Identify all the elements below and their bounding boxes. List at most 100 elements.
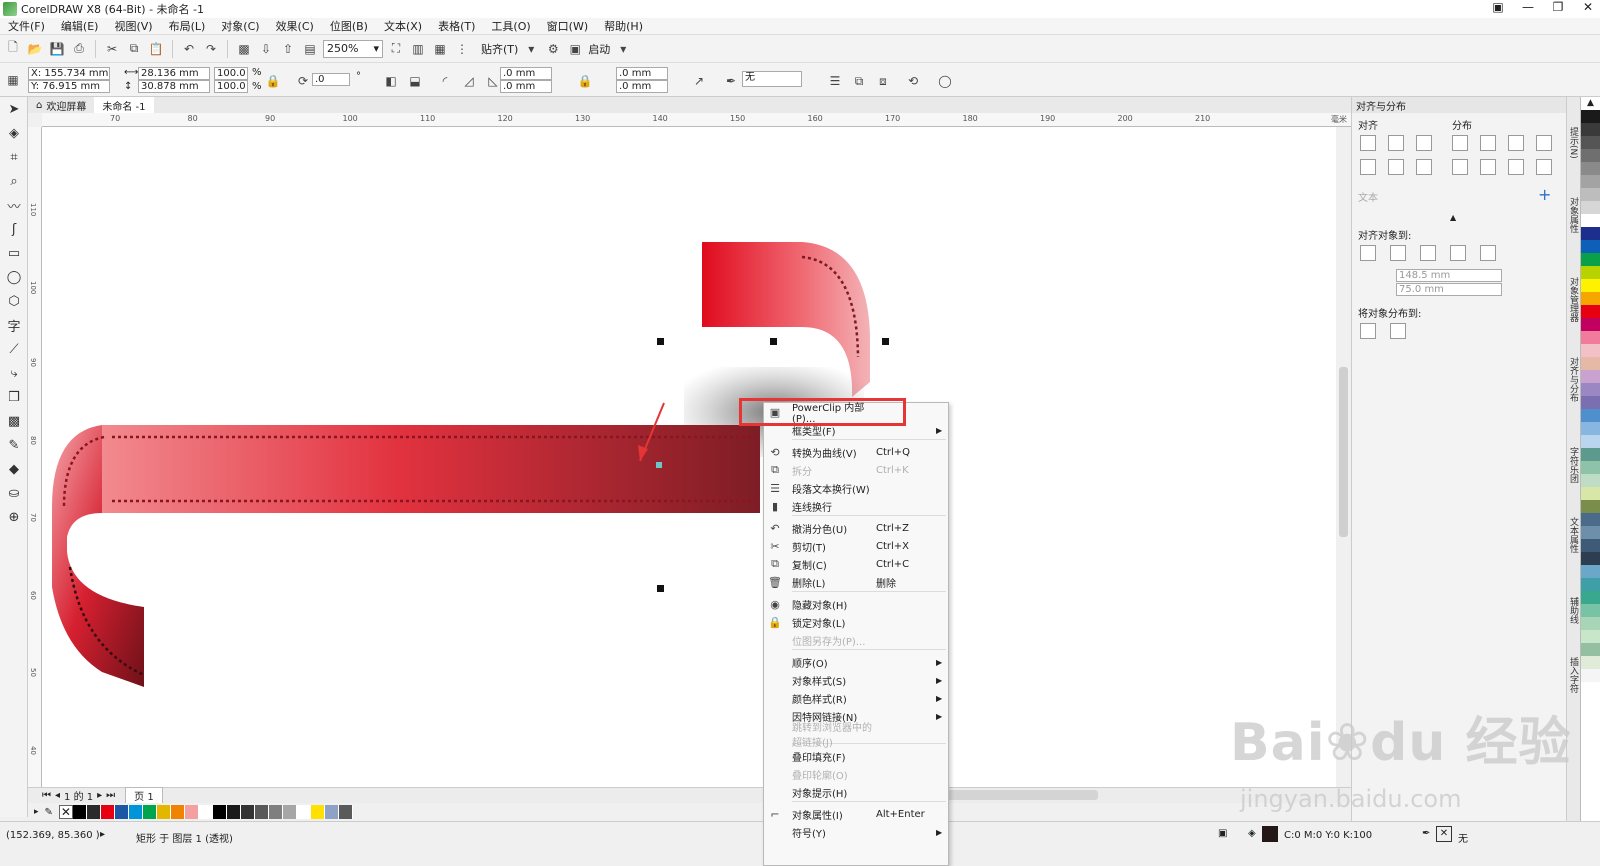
color-swatch[interactable]: [1581, 422, 1600, 435]
grid-icon[interactable]: ▦: [431, 40, 449, 58]
color-swatch[interactable]: [1581, 643, 1600, 656]
minimize-icon[interactable]: —: [1520, 0, 1536, 14]
artistic-media-icon[interactable]: ʃ: [0, 217, 28, 241]
color-swatch[interactable]: [1581, 461, 1600, 474]
menu-view[interactable]: 视图(V): [112, 18, 158, 34]
color-swatch[interactable]: [1581, 500, 1600, 513]
corner-radius-bottom-right-field[interactable]: .0 mm: [616, 80, 668, 93]
color-swatch[interactable]: [198, 805, 213, 819]
color-swatch[interactable]: [310, 805, 325, 819]
convert-curve-icon[interactable]: ⟲: [904, 72, 922, 90]
menu-item[interactable]: ☰ 段落文本换行(W): [764, 479, 948, 497]
distribute-bottom-icon[interactable]: [1508, 159, 1524, 175]
lock-ratio-icon[interactable]: 🔒: [264, 72, 282, 90]
tab-object-manager[interactable]: 对象管理器: [1568, 277, 1580, 322]
distribute-to-selection-icon[interactable]: [1360, 323, 1376, 339]
color-swatch[interactable]: [1581, 253, 1600, 266]
color-swatch[interactable]: [1581, 448, 1600, 461]
color-swatch[interactable]: [1581, 188, 1600, 201]
align-center-h-icon[interactable]: [1388, 135, 1404, 151]
collapse-icon[interactable]: ▲: [1450, 213, 1456, 222]
color-swatch[interactable]: [1581, 201, 1600, 214]
menu-item[interactable]: ▮ 连线换行: [764, 497, 948, 515]
distribute-middle-icon[interactable]: [1480, 159, 1496, 175]
no-color-swatch[interactable]: ✕: [58, 805, 73, 819]
parallel-dimension-icon[interactable]: ⟋: [0, 337, 28, 361]
menu-item[interactable]: ↶ 撤消分色(U) Ctrl+Z: [764, 519, 948, 537]
freehand-tool-icon[interactable]: 〰: [0, 193, 28, 217]
last-page-icon[interactable]: ⏭: [106, 790, 115, 801]
page-tab[interactable]: 页 1: [125, 787, 163, 804]
color-swatch[interactable]: [1581, 604, 1600, 617]
menu-item[interactable]: 颜色样式(R) ▶: [764, 689, 948, 707]
menu-item[interactable]: ✂ 剪切(T) Ctrl+X: [764, 537, 948, 555]
polygon-tool-icon[interactable]: ⬡: [0, 289, 28, 313]
color-swatch[interactable]: [1581, 617, 1600, 630]
position-x-field[interactable]: X: 155.734 mm: [28, 67, 110, 80]
transparency-icon[interactable]: ▩: [0, 409, 28, 433]
outline-width-select[interactable]: 无: [742, 71, 802, 87]
color-swatch[interactable]: [1581, 266, 1600, 279]
position-y-field[interactable]: Y: 76.915 mm: [28, 80, 110, 93]
color-swatch[interactable]: [1581, 240, 1600, 253]
color-swatch[interactable]: [1581, 552, 1600, 565]
expand-arrow-icon[interactable]: ▸: [100, 829, 105, 840]
color-swatch[interactable]: [212, 805, 227, 819]
next-page-icon[interactable]: ▸: [97, 790, 102, 801]
maximize-icon[interactable]: ❐: [1550, 0, 1566, 14]
align-top-icon[interactable]: [1360, 159, 1376, 175]
height-field[interactable]: 30.878 mm: [138, 80, 210, 93]
relative-scale-icon[interactable]: ↗: [690, 72, 708, 90]
undo-icon[interactable]: ↶: [180, 40, 198, 58]
palette-expand-icon[interactable]: ▸: [34, 807, 39, 817]
object-origin-icon[interactable]: ▦: [4, 71, 22, 89]
close-icon[interactable]: ✕: [1580, 0, 1596, 14]
menu-item[interactable]: 🗑 删除(L) 删除: [764, 573, 948, 591]
color-swatch[interactable]: [1581, 123, 1600, 136]
rectangle-tool-icon[interactable]: ▭: [0, 241, 28, 265]
eyedropper-icon[interactable]: ✎: [45, 807, 53, 818]
distribute-right-icon[interactable]: [1508, 135, 1524, 151]
tab-welcome[interactable]: ⌂ 欢迎屏幕: [28, 97, 94, 113]
rotation-field[interactable]: .0: [312, 73, 350, 86]
color-swatch[interactable]: [100, 805, 115, 819]
zoom-tool-icon[interactable]: ⌕: [0, 169, 28, 193]
chevron-down-icon[interactable]: ▾: [522, 40, 540, 58]
menu-file[interactable]: 文件(F): [6, 18, 51, 34]
menu-item[interactable]: ⧉ 复制(C) Ctrl+C: [764, 555, 948, 573]
palette-scroll-up-icon[interactable]: ▲: [1581, 97, 1600, 110]
distribute-left-icon[interactable]: [1452, 135, 1468, 151]
pick-tool-icon[interactable]: ➤: [0, 97, 28, 121]
import-icon[interactable]: ⇩: [257, 40, 275, 58]
text-tool-icon[interactable]: 字: [0, 313, 28, 337]
color-swatch[interactable]: [156, 805, 171, 819]
smart-fill-icon[interactable]: ⛀: [0, 481, 28, 505]
tab-insert-character[interactable]: 插入字符: [1568, 657, 1580, 693]
color-swatch[interactable]: [1581, 526, 1600, 539]
distribute-spacing-icon[interactable]: [1536, 135, 1552, 151]
color-swatch[interactable]: [1581, 487, 1600, 500]
selection-handle[interactable]: [657, 338, 664, 345]
distribute-center-icon[interactable]: [1480, 135, 1496, 151]
tab-guidelines[interactable]: 辅助线: [1568, 597, 1580, 624]
color-swatch[interactable]: [1581, 214, 1600, 227]
tab-character[interactable]: 字符乐团: [1568, 447, 1580, 483]
to-back-icon[interactable]: ⧈: [874, 72, 892, 90]
tab-hints[interactable]: 提示(N): [1568, 127, 1580, 159]
ribbon-artwork[interactable]: [42, 127, 1351, 787]
tab-align-distribute[interactable]: 对齐与分布: [1568, 357, 1580, 402]
color-swatch[interactable]: [1581, 227, 1600, 240]
ellipse-tool-icon[interactable]: ◯: [0, 265, 28, 289]
vertical-ruler[interactable]: 11010090807060504030: [28, 127, 42, 832]
color-swatch[interactable]: [226, 805, 241, 819]
menu-help[interactable]: 帮助(H): [602, 18, 649, 34]
distribute-v-spacing-icon[interactable]: [1536, 159, 1552, 175]
align-right-icon[interactable]: [1416, 135, 1432, 151]
distribute-top-icon[interactable]: [1452, 159, 1468, 175]
open-icon[interactable]: 📂: [26, 40, 44, 58]
align-bottom-icon[interactable]: [1416, 159, 1432, 175]
menu-text[interactable]: 文本(X): [382, 18, 428, 34]
color-swatch[interactable]: [1581, 383, 1600, 396]
color-swatch[interactable]: [184, 805, 199, 819]
color-swatch[interactable]: [1581, 396, 1600, 409]
